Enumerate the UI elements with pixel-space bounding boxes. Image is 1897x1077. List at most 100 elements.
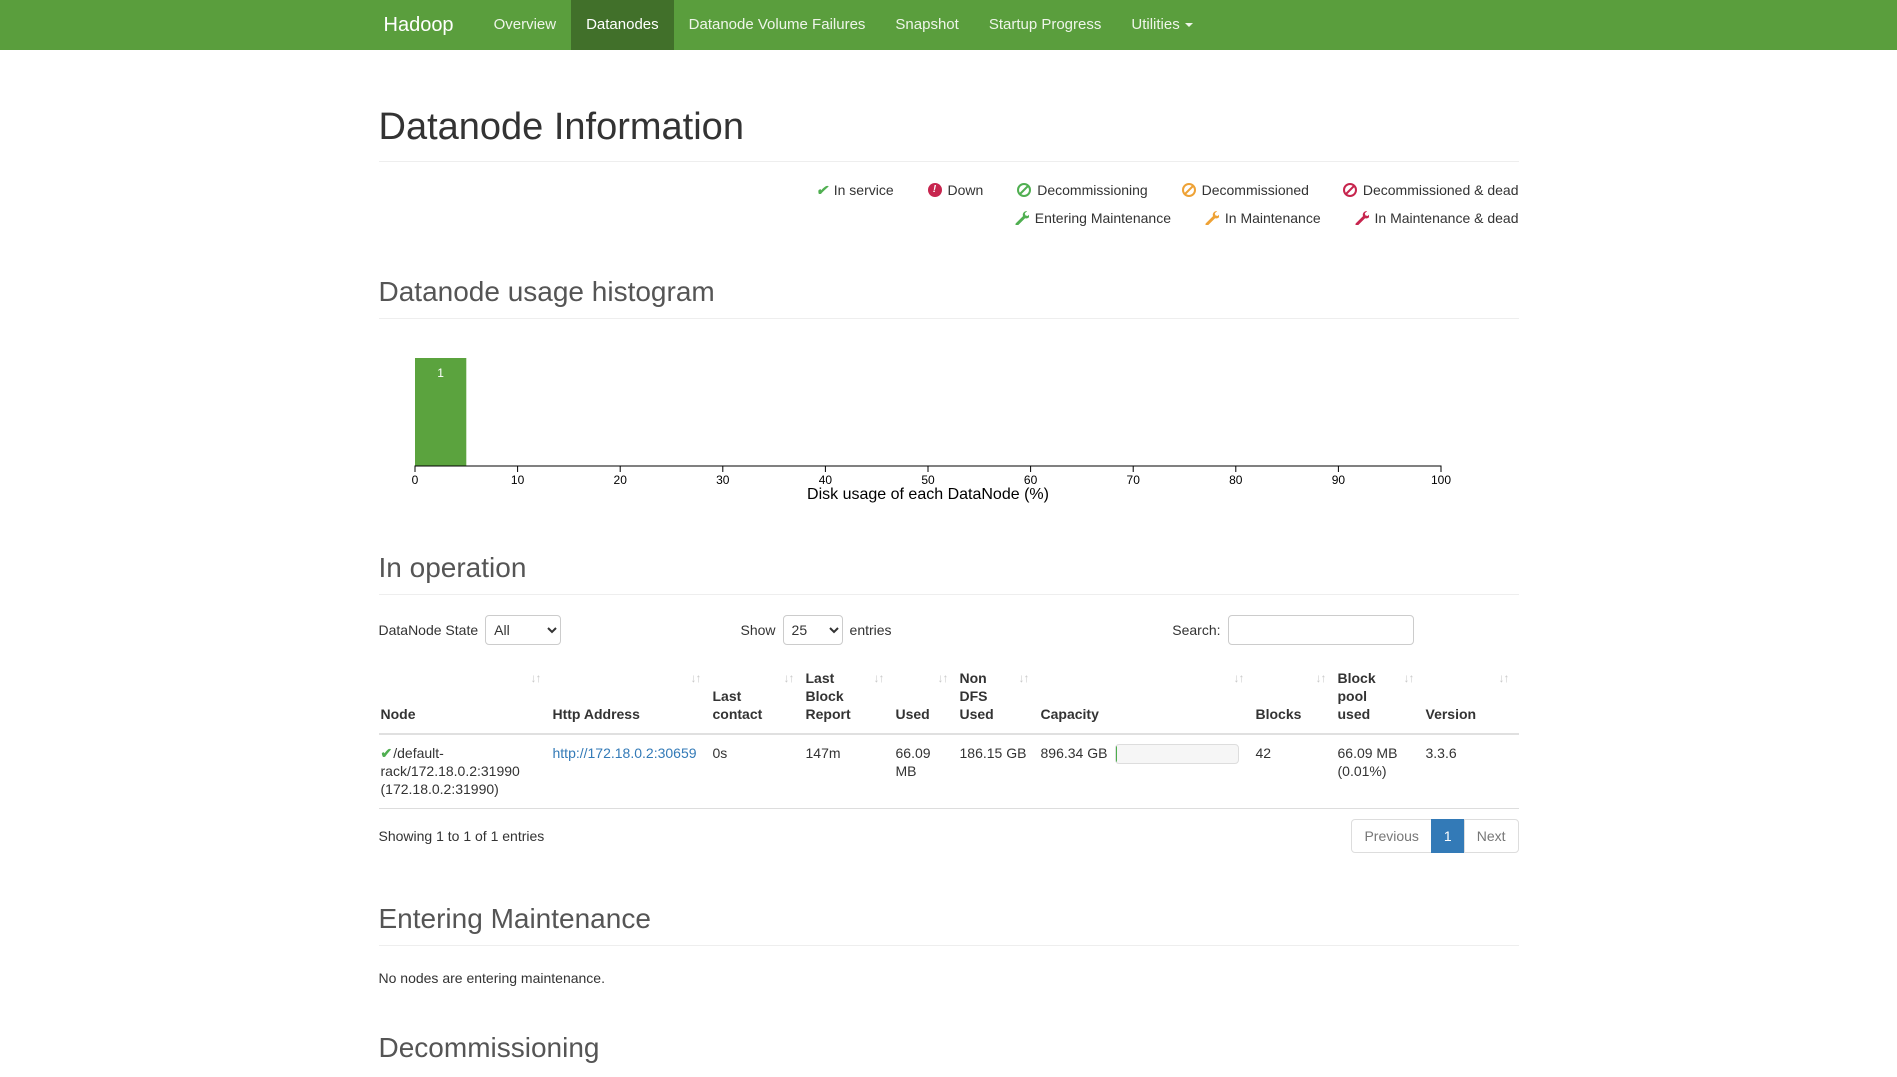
page-title: Datanode Information	[379, 106, 1519, 149]
nav-item-startup-progress[interactable]: Startup Progress	[974, 0, 1117, 50]
legend-in-service: In service	[816, 182, 894, 198]
wrench-icon	[1015, 211, 1029, 225]
sort-icon[interactable]: ↓↑	[784, 669, 794, 687]
status-legend: In service Down Decommissioning Decommis…	[379, 176, 1519, 232]
svg-text:100: 100	[1430, 473, 1450, 487]
navbar: Hadoop Overview Datanodes Datanode Volum…	[0, 0, 1897, 50]
cell-http-address: http://172.18.0.2:30659	[551, 734, 711, 809]
table-info: Showing 1 to 1 of 1 entries	[379, 828, 545, 844]
divider	[379, 161, 1519, 162]
sort-icon[interactable]: ↓↑	[531, 669, 541, 687]
svg-text:20: 20	[613, 473, 627, 487]
legend-down: Down	[928, 182, 984, 198]
cell-capacity: 896.34 GB	[1039, 734, 1254, 809]
ban-circle-icon	[1017, 183, 1031, 197]
legend-in-maintenance: In Maintenance	[1205, 210, 1321, 226]
navbar-menu: Overview Datanodes Datanode Volume Failu…	[479, 0, 1208, 50]
nav-item-overview[interactable]: Overview	[479, 0, 572, 50]
column-header-capacity[interactable]: ↓↑Capacity	[1039, 661, 1254, 734]
decommissioning-section-title: Decommissioning	[379, 1032, 1519, 1064]
cell-non-dfs-used: 186.15 GB	[958, 734, 1039, 809]
capacity-progress-bar	[1115, 744, 1239, 764]
sort-icon[interactable]: ↓↑	[938, 669, 948, 687]
in-operation-section-title: In operation	[379, 552, 1519, 584]
svg-text:30: 30	[716, 473, 730, 487]
entries-select[interactable]: 25	[783, 615, 843, 645]
entering-maintenance-empty-note: No nodes are entering maintenance.	[379, 970, 1519, 986]
legend-decommissioning: Decommissioning	[1017, 182, 1147, 198]
sort-icon[interactable]: ↓↑	[1019, 669, 1029, 687]
pagination: Previous 1 Next	[1352, 819, 1518, 853]
legend-row-2: Entering Maintenance In Maintenance In M…	[379, 204, 1519, 232]
nav-item-datanode-volume-failures[interactable]: Datanode Volume Failures	[674, 0, 881, 50]
column-header-version[interactable]: ↓↑Version	[1424, 661, 1519, 734]
column-header-non-dfs-used[interactable]: ↓↑Non DFS Used	[958, 661, 1039, 734]
cell-last-contact: 0s	[711, 734, 804, 809]
svg-text:60: 60	[1023, 473, 1037, 487]
show-label: Show	[741, 622, 776, 638]
column-header-last-contact[interactable]: ↓↑Last contact	[711, 661, 804, 734]
datanode-state-select[interactable]: All	[485, 615, 561, 645]
pagination-page-1[interactable]: 1	[1432, 819, 1465, 853]
cell-version: 3.3.6	[1424, 734, 1519, 809]
search-input[interactable]	[1228, 615, 1414, 645]
svg-text:70: 70	[1126, 473, 1140, 487]
x-axis-label: Disk usage of each DataNode (%)	[807, 486, 1049, 503]
table-header-row: ↓↑Node ↓↑Http Address ↓↑Last contact ↓↑L…	[379, 661, 1519, 734]
svg-text:40: 40	[818, 473, 832, 487]
column-header-used[interactable]: ↓↑Used	[894, 661, 958, 734]
wrench-icon	[1355, 211, 1369, 225]
histogram-bar-label: 1	[437, 366, 444, 380]
wrench-icon	[1205, 211, 1219, 225]
column-header-blocks[interactable]: ↓↑Blocks	[1254, 661, 1336, 734]
cell-node: ✔/default-rack/172.18.0.2:31990 (172.18.…	[379, 734, 551, 809]
check-icon	[816, 176, 828, 204]
legend-decommissioned-dead: Decommissioned & dead	[1343, 182, 1519, 198]
datanode-usage-histogram: 10102030405060708090100Disk usage of eac…	[379, 333, 1519, 508]
nav-item-datanodes[interactable]: Datanodes	[571, 0, 674, 50]
column-header-block-pool-used[interactable]: ↓↑Block pool used	[1336, 661, 1424, 734]
http-address-link[interactable]: http://172.18.0.2:30659	[553, 745, 697, 761]
datanode-state-filter: DataNode State All	[379, 615, 562, 645]
search-label: Search:	[1172, 622, 1220, 638]
column-header-node[interactable]: ↓↑Node	[379, 661, 551, 734]
column-header-http-address[interactable]: ↓↑Http Address	[551, 661, 711, 734]
exclamation-circle-icon	[928, 183, 942, 197]
svg-text:80: 80	[1229, 473, 1243, 487]
sort-icon[interactable]: ↓↑	[1316, 669, 1326, 687]
sort-icon[interactable]: ↓↑	[691, 669, 701, 687]
divider	[379, 945, 1519, 946]
check-icon: ✔	[381, 745, 393, 761]
search-control: Search:	[1172, 615, 1413, 645]
svg-text:50: 50	[921, 473, 935, 487]
column-header-last-block-report[interactable]: ↓↑Last Block Report	[804, 661, 894, 734]
cell-block-pool-used: 66.09 MB (0.01%)	[1336, 734, 1424, 809]
table-row: ✔/default-rack/172.18.0.2:31990 (172.18.…	[379, 734, 1519, 809]
nav-item-utilities[interactable]: Utilities	[1116, 0, 1207, 50]
entries-label: entries	[850, 622, 892, 638]
svg-text:10: 10	[510, 473, 524, 487]
entering-maintenance-section-title: Entering Maintenance	[379, 903, 1519, 935]
cell-blocks: 42	[1254, 734, 1336, 809]
datanodes-table: ↓↑Node ↓↑Http Address ↓↑Last contact ↓↑L…	[379, 661, 1519, 809]
nav-item-snapshot[interactable]: Snapshot	[880, 0, 973, 50]
legend-decommissioned: Decommissioned	[1182, 182, 1309, 198]
sort-icon[interactable]: ↓↑	[874, 669, 884, 687]
datanode-state-label: DataNode State	[379, 622, 479, 638]
page-length-control: Show 25 entries	[741, 615, 892, 645]
caret-down-icon	[1185, 23, 1193, 27]
cell-used: 66.09 MB	[894, 734, 958, 809]
svg-text:0: 0	[411, 473, 418, 487]
brand-hadoop[interactable]: Hadoop	[379, 0, 469, 50]
sort-icon[interactable]: ↓↑	[1499, 669, 1509, 687]
pagination-previous[interactable]: Previous	[1352, 819, 1431, 853]
histogram-section-title: Datanode usage histogram	[379, 276, 1519, 308]
sort-icon[interactable]: ↓↑	[1404, 669, 1414, 687]
ban-circle-icon	[1182, 183, 1196, 197]
sort-icon[interactable]: ↓↑	[1234, 669, 1244, 687]
legend-in-maintenance-dead: In Maintenance & dead	[1355, 210, 1519, 226]
ban-circle-icon	[1343, 183, 1357, 197]
cell-last-block-report: 147m	[804, 734, 894, 809]
svg-text:90: 90	[1331, 473, 1345, 487]
pagination-next[interactable]: Next	[1465, 819, 1519, 853]
